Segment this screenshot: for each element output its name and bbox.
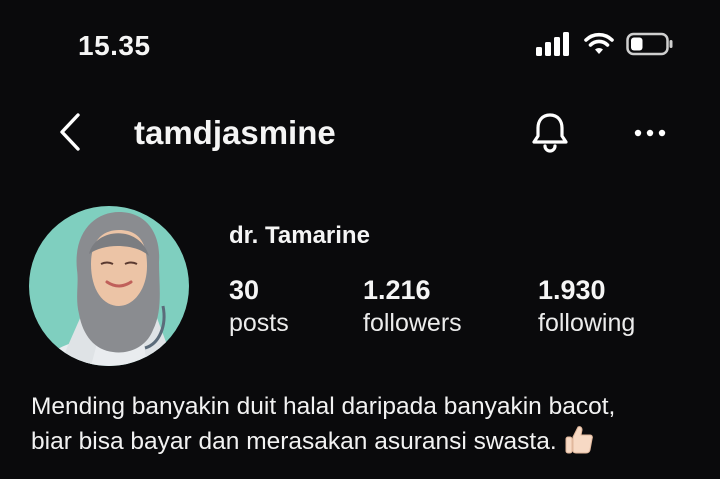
followers-count: 1.216 <box>363 275 431 305</box>
posts-stat[interactable]: 30 posts <box>229 274 289 340</box>
followers-label: followers <box>363 309 462 337</box>
bell-icon <box>530 110 570 159</box>
profile-display-name: dr. Tamarine <box>229 222 370 249</box>
avatar[interactable] <box>29 206 189 366</box>
wifi-icon <box>584 32 614 61</box>
status-time: 15.35 <box>78 30 151 61</box>
bio-line-2: biar bisa bayar dan merasakan asuransi s… <box>31 428 557 455</box>
avatar-photo <box>29 206 189 366</box>
battery-icon <box>626 32 674 61</box>
chevron-left-icon <box>58 112 82 157</box>
following-count: 1.930 <box>538 275 606 305</box>
bio-line-1: Mending banyakin duit halal daripada ban… <box>31 393 616 420</box>
profile-username: tamdjasmine <box>134 114 336 151</box>
profile-header: tamdjasmine <box>0 100 720 170</box>
thumbs-up-icon <box>563 423 595 464</box>
ellipsis-icon <box>634 125 666 143</box>
bio-line-2-wrapper: biar bisa bayar dan merasakan asuransi s… <box>31 423 701 464</box>
followers-stat[interactable]: 1.216 followers <box>363 274 462 340</box>
cellular-signal-icon <box>536 32 572 61</box>
following-label: following <box>538 309 636 337</box>
back-button[interactable] <box>52 112 88 156</box>
notifications-button[interactable] <box>526 110 574 158</box>
posts-count: 30 <box>229 275 260 305</box>
status-icons <box>536 32 674 61</box>
more-options-button[interactable] <box>626 110 674 158</box>
following-stat[interactable]: 1.930 following <box>538 274 635 340</box>
posts-label: posts <box>229 309 289 337</box>
profile-bio: Mending banyakin duit halal daripada ban… <box>31 390 701 464</box>
status-bar: 15.35 <box>0 0 720 90</box>
